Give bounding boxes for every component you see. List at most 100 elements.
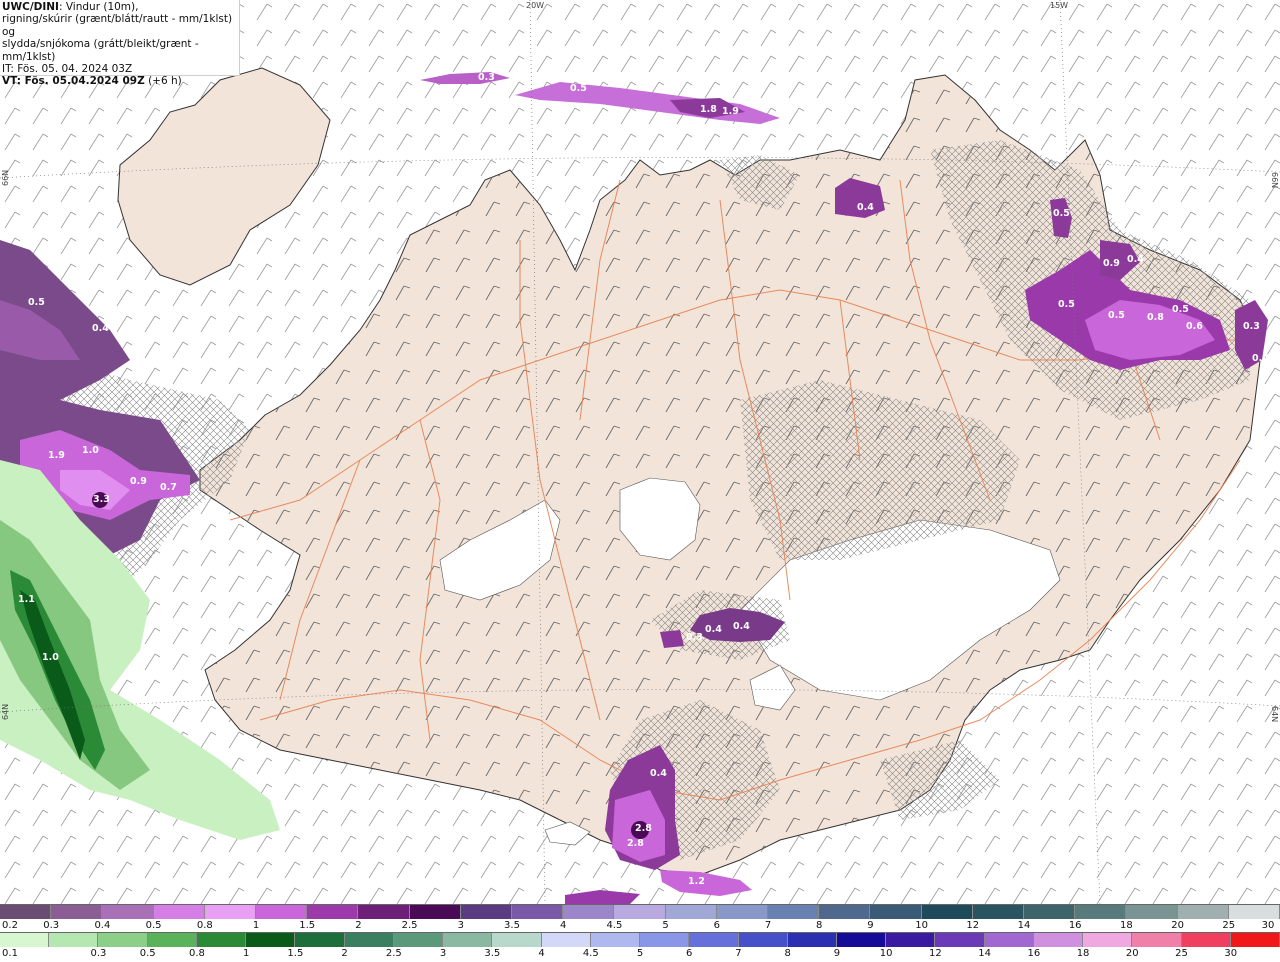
legend-label: 9: [833, 948, 841, 959]
value-label: 0.9: [1103, 258, 1120, 269]
legend-swatch: [590, 933, 641, 947]
legend-snow: 0.2 0.3 0.4 0.5 0.8 1 1.5 2 2.5 3 3.5 4 4.5 5 6 7 8 9 10 12…: [0, 904, 1280, 934]
value-label: 0.4: [1127, 254, 1144, 265]
legend-swatch: [1230, 933, 1280, 947]
legend-label: 16: [1027, 948, 1041, 959]
legend-label: 25: [1175, 948, 1188, 959]
legend-label: 4.5: [606, 920, 623, 931]
legend-label: 4.5: [582, 948, 599, 959]
init-time: IT: Fös. 05. 04. 2024 03Z: [2, 63, 133, 76]
variable-line1: : Vindur (10m),: [58, 1, 139, 13]
valid-time-line: VT: Fös. 05.04.2024 09Z (+6 h): [2, 75, 237, 87]
legend-label: 8: [784, 948, 791, 959]
legend-swatch: [0, 933, 50, 947]
legend-label: 0.3: [43, 920, 60, 931]
lat-label-64n-right: 64N: [1270, 706, 1279, 722]
legend-label: 1: [242, 948, 250, 959]
legend-swatch: [1083, 933, 1133, 947]
value-label: 0.4: [733, 621, 750, 632]
title-line: UWC/DINI: Vindur (10m),: [2, 1, 237, 13]
value-label: 0.3: [478, 72, 495, 83]
legend-swatch: [1033, 933, 1084, 947]
legend-swatch: [984, 933, 1034, 947]
legend-swatch: [1181, 933, 1231, 947]
legend-label: 4: [560, 920, 567, 931]
legend-label: 12: [966, 920, 980, 931]
legend-swatch: [1132, 933, 1182, 947]
value-label: 1.9: [722, 106, 739, 117]
value-label: 0.3: [686, 632, 703, 643]
value-label: 0.4: [92, 323, 109, 334]
legend-swatch: [886, 933, 936, 947]
legend-label: 25: [1222, 920, 1236, 931]
legend-label: 0.4: [94, 920, 111, 931]
legend-label: 9: [867, 920, 874, 931]
value-label: 1.2: [688, 876, 705, 887]
legend-swatch: [443, 933, 493, 947]
legend-snow-swatches: [0, 904, 1280, 919]
legend-label: 3: [457, 920, 464, 931]
legend-swatch: [935, 933, 985, 947]
legend-swatch: [102, 905, 154, 919]
legend-label: 0.5: [139, 948, 156, 959]
legend-swatch: [1024, 905, 1076, 919]
value-label: 0.4: [705, 624, 722, 635]
legend-label: 1.5: [287, 948, 304, 959]
legend-swatch: [460, 905, 513, 919]
forecast-offset: (+6 h): [144, 75, 182, 88]
legend-label: 12: [929, 948, 942, 959]
legend-label: 18: [1076, 948, 1090, 959]
value-label: 0.4: [650, 768, 667, 779]
legend-swatch: [640, 933, 690, 947]
variable-line3: slydda/snjókoma (grátt/bleikt/grænt - mm…: [2, 38, 199, 63]
legend-label: 14: [1017, 920, 1031, 931]
legend-swatch: [49, 933, 99, 947]
value-label: 2.8: [635, 823, 652, 834]
legend-swatch: [409, 905, 461, 919]
legend-swatch: [787, 933, 837, 947]
legend-label: 0.3: [90, 948, 107, 959]
legend-label: 1: [252, 920, 260, 931]
value-label: 0.5: [1053, 208, 1070, 219]
legend-swatch: [492, 933, 542, 947]
legend-label: 2: [355, 920, 362, 931]
legend-swatch: [870, 905, 922, 919]
lat-label-64n-left: 64N: [1, 704, 10, 720]
legend-swatch: [972, 905, 1025, 919]
legend-swatch: [344, 933, 394, 947]
value-label: 0.5: [570, 83, 587, 94]
lat-label-66n-right: 66N: [1270, 172, 1279, 188]
legend-label: 3.5: [484, 948, 501, 959]
value-label: 0.9: [130, 476, 147, 487]
legend-label: 3.5: [504, 920, 520, 931]
legend-label: 3: [439, 948, 447, 959]
legend-label: 5: [662, 920, 669, 931]
legend-swatch: [204, 905, 257, 919]
legend-swatch: [819, 905, 871, 919]
legend-swatch: [295, 933, 345, 947]
legend-swatch: [665, 905, 717, 919]
legend-swatch: [541, 933, 591, 947]
legend-swatch: [0, 905, 52, 919]
legend-swatch: [716, 905, 769, 919]
legend-swatch: [51, 905, 103, 919]
legend-label: 18: [1120, 920, 1133, 931]
legend-label: 2.5: [385, 948, 402, 959]
legend-swatch: [689, 933, 739, 947]
value-label: 0.5: [1108, 310, 1125, 321]
legend-swatch: [614, 905, 666, 919]
value-label: 0.7: [160, 482, 177, 493]
legend-swatch: [147, 933, 197, 947]
legend-label: 7: [764, 920, 772, 931]
legend-label: 0.5: [145, 920, 162, 931]
legend-label: 14: [978, 948, 991, 959]
lon-label-20w: 20W: [526, 1, 544, 10]
legend-label: 10: [879, 948, 893, 959]
weather-map: 20W 15W 66N 66N 64N 64N 0.3 0.5 1.8 1.9 …: [0, 0, 1280, 904]
legend-label: 2.5: [401, 920, 418, 931]
value-label: 1.8: [700, 104, 717, 115]
legend-swatch: [563, 905, 615, 919]
legend-swatch: [1126, 905, 1178, 919]
value-label: 0.4: [1252, 353, 1269, 364]
value-label: 0.4: [857, 202, 874, 213]
